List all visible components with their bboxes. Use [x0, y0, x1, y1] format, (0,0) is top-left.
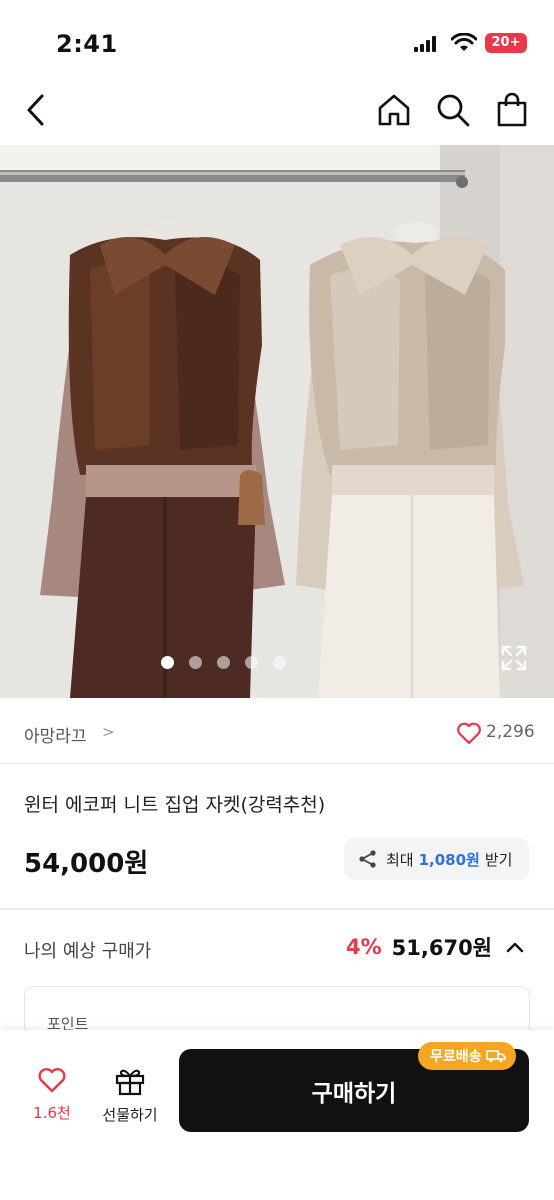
coupon-prefix: 최대	[386, 850, 414, 869]
carousel-dot-3[interactable]	[216, 656, 230, 669]
carousel-dot-1[interactable]	[160, 656, 174, 669]
expected-discount: 4%	[345, 935, 382, 959]
heart-outline-icon	[38, 1068, 66, 1093]
free-shipping-badge: 무료배송	[418, 1042, 516, 1070]
coupon-amount: 1,080원	[418, 850, 480, 869]
top-nav	[0, 80, 554, 140]
shopping-bag-icon[interactable]	[492, 90, 532, 130]
carousel-indicator	[0, 656, 554, 669]
status-bar: 2:41 20+	[0, 0, 554, 88]
wish-count: 1.6천	[33, 1104, 71, 1122]
expected-price-toggle[interactable]: 4% 51,670원	[346, 932, 526, 962]
back-arrow-icon[interactable]	[16, 90, 56, 130]
gift-icon	[115, 1069, 145, 1096]
brand-row[interactable]: 아망라끄 > 2,296	[0, 700, 554, 764]
free-shipping-label: 무료배송	[430, 1049, 482, 1065]
chevron-up-icon	[506, 942, 524, 953]
carousel-dot-4[interactable]	[244, 656, 258, 669]
expected-price-label: 나의 예상 구매가	[24, 941, 152, 962]
coupon-suffix: 받기	[484, 850, 513, 869]
fullscreen-expand-icon[interactable]	[500, 644, 528, 672]
product-image-carousel[interactable]	[0, 145, 554, 698]
share-icon	[359, 850, 376, 868]
product-title: 윈터 에코퍼 니트 집업 자켓(강력추천)	[24, 794, 326, 816]
gift-label: 선물하기	[102, 1106, 158, 1124]
signal-icon	[414, 36, 440, 52]
search-icon[interactable]	[433, 90, 473, 130]
status-time: 2:41	[56, 30, 118, 58]
expected-price-value: 51,670원	[391, 936, 492, 960]
coupon-download-button[interactable]: 최대 1,080원 받기	[344, 838, 529, 880]
product-photo	[0, 145, 554, 698]
home-icon[interactable]	[374, 90, 414, 130]
like-count: 2,296	[486, 722, 535, 742]
gift-button[interactable]: 선물하기	[96, 1066, 164, 1125]
product-price: 54,000원	[24, 849, 149, 879]
heart-outline-icon[interactable]	[456, 721, 482, 745]
wifi-icon	[451, 33, 477, 51]
brand-chevron-icon: >	[102, 723, 115, 741]
battery-indicator: 20+	[485, 33, 527, 53]
truck-icon	[485, 1050, 506, 1063]
bottom-action-bar: 1.6천 선물하기 구매하기 무료배송	[0, 1030, 554, 1200]
section-divider	[0, 908, 554, 910]
carousel-dot-2[interactable]	[188, 656, 202, 669]
brand-name[interactable]: 아망라끄	[24, 722, 87, 747]
wish-button[interactable]: 1.6천	[22, 1066, 82, 1123]
carousel-dot-5[interactable]	[272, 656, 286, 669]
